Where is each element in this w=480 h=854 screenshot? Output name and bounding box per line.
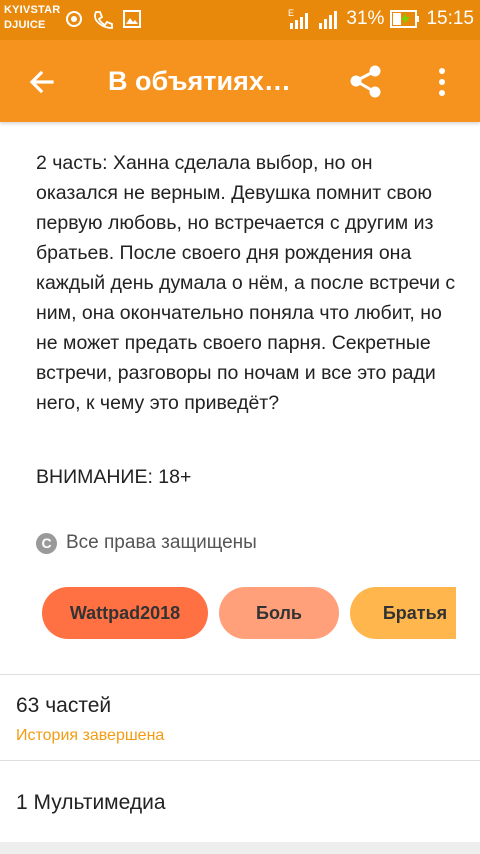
age-warning: ВНИМАНИЕ: 18+ [36,466,192,488]
tag-bol[interactable]: Боль [219,587,339,639]
copyright-text: Все права защищены [66,532,257,553]
share-icon [350,65,381,98]
tag-list: Wattpad2018 Боль Братья [42,587,456,639]
story-description: 2 часть: Ханна сделала выбор, но он оказ… [36,152,456,414]
sim-signal-icon: E [288,8,309,29]
carrier-name: KYIVSTAR DJUICE [4,3,60,33]
notification-icons [64,9,142,29]
more-options-button[interactable] [430,64,454,100]
tag-bratya[interactable]: Братья [350,587,456,639]
parts-count: 63 частей [16,694,112,717]
missed-call-icon [94,11,113,29]
network-type: E [288,8,294,18]
image-icon [123,10,141,28]
arrow-back-icon [29,70,54,94]
clock: 15:15 [426,8,474,29]
more-vert-icon [439,68,445,96]
tag-wattpad2018[interactable]: Wattpad2018 [42,587,208,639]
divider [0,674,480,675]
carrier-line-1: KYIVSTAR [4,4,61,16]
section-separator [0,842,480,854]
copyright-row: C Все права защищены [36,532,257,554]
share-button[interactable] [346,62,386,102]
carrier-line-2: DJUICE [4,19,46,31]
tag-label: Боль [256,602,302,623]
hotspot-icon [66,11,82,27]
tag-label: Wattpad2018 [69,602,181,623]
signal-icon [319,11,338,29]
page-title: В объятиях… [108,66,291,96]
back-button[interactable] [24,64,60,100]
copyright-icon: C [36,532,57,554]
battery-percent: 31% [346,8,385,29]
divider [0,760,480,761]
story-status: История завершена [16,727,165,744]
app-toolbar: В объятиях… [0,40,480,122]
system-status: E 31% 15:15 [286,7,474,31]
status-bar: KYIVSTAR DJUICE E 31% 15:15 [0,0,480,40]
media-count[interactable]: 1 Мультимедиа [16,791,166,815]
tag-label: Братья [382,602,448,623]
battery-charging-icon [390,10,420,28]
